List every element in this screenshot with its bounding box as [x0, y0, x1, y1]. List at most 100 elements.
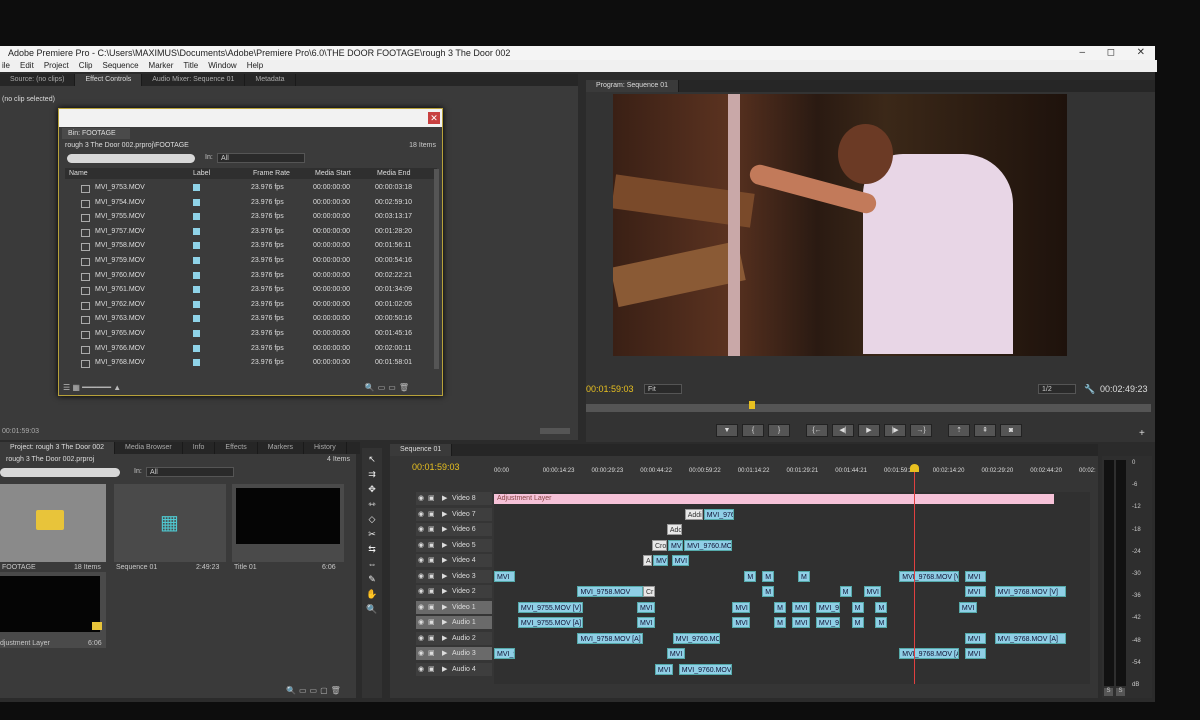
- timeline-clip[interactable]: MVI_9760.MOV: [678, 663, 733, 675]
- label-color-swatch[interactable]: [193, 344, 200, 352]
- track-header[interactable]: ◉ ▣ ▶ Video 5: [416, 538, 492, 552]
- add-marker-button[interactable]: ▼: [716, 424, 738, 437]
- expand-icon[interactable]: ▶: [442, 601, 447, 614]
- lock-icon[interactable]: ▣: [428, 632, 435, 645]
- bin-row[interactable]: MVI_9761.MOV 23.976 fps 00:00:00:00 00:01:3…: [65, 283, 431, 297]
- timeline-clip[interactable]: MVI_9755.MOV [A]: [517, 617, 584, 628]
- bin-row[interactable]: MVI_9765.MOV 23.976 fps 00:00:00:00 00:01:4…: [65, 327, 431, 341]
- track-header[interactable]: ◉ ▣ ▶ Video 8: [416, 492, 492, 505]
- maximize-button[interactable]: ◻: [1107, 46, 1115, 60]
- timeline-clip[interactable]: MVI: [863, 586, 882, 597]
- expand-icon[interactable]: ▶: [442, 647, 447, 660]
- label-color-swatch[interactable]: [193, 300, 200, 308]
- col-label[interactable]: Label: [193, 168, 210, 179]
- eye-icon[interactable]: ◉: [418, 632, 424, 645]
- mark-out-button[interactable]: }: [768, 424, 790, 437]
- expand-icon[interactable]: ▶: [442, 632, 447, 645]
- track-header[interactable]: ◉ ▣ ▶ Audio 1: [416, 616, 492, 629]
- lock-icon[interactable]: ▣: [428, 601, 435, 614]
- extract-button[interactable]: ⇞: [974, 424, 996, 437]
- label-color-swatch[interactable]: [193, 315, 200, 323]
- bin-in-dropdown[interactable]: All: [217, 153, 305, 163]
- source-zoom-slider[interactable]: [540, 428, 570, 434]
- bin-row[interactable]: MVI_9754.MOV 23.976 fps 00:00:00:00 00:02:5…: [65, 196, 431, 210]
- track-header[interactable]: ◉ ▣ ▶ Video 2: [416, 585, 492, 598]
- timeline-clip[interactable]: M: [875, 617, 888, 628]
- timeline-clip[interactable]: MVI: [958, 601, 977, 613]
- label-color-swatch[interactable]: [193, 198, 200, 206]
- bin-row[interactable]: MVI_9768.MOV 23.976 fps 00:00:00:00 00:01:5…: [65, 356, 431, 370]
- lock-icon[interactable]: ▣: [428, 585, 435, 598]
- col-frame-rate[interactable]: Frame Rate: [253, 168, 290, 179]
- program-scrub-bar[interactable]: [586, 401, 1151, 412]
- lift-button[interactable]: ⇡: [948, 424, 970, 437]
- bin-row[interactable]: MVI_9766.MOV 23.976 fps 00:00:00:00 00:02:0…: [65, 342, 431, 356]
- solo-right-button[interactable]: S: [1116, 688, 1125, 696]
- eye-icon[interactable]: ◉: [418, 663, 424, 676]
- eye-icon[interactable]: ◉: [418, 616, 424, 629]
- tab-program[interactable]: Program: Sequence 01: [586, 80, 679, 92]
- bin-row[interactable]: MVI_9760.MOV 23.976 fps 00:00:00:00 00:02:2…: [65, 269, 431, 283]
- track-header[interactable]: ◉ ▣ ▶ Video 6: [416, 523, 492, 536]
- track-header[interactable]: ◉ ▣ ▶ Video 3: [416, 569, 492, 583]
- expand-icon[interactable]: ▶: [442, 508, 447, 521]
- col-media-start[interactable]: Media Start: [315, 168, 351, 179]
- bin-footer-icons[interactable]: ☰ ▦ ━━━━━━ ▲: [63, 383, 121, 392]
- tab-source[interactable]: Source: (no clips): [0, 74, 76, 86]
- go-to-out-button[interactable]: →}: [910, 424, 932, 437]
- add-button-icon[interactable]: +: [1139, 428, 1145, 439]
- solo-left-button[interactable]: S: [1104, 688, 1113, 696]
- tool-icons[interactable]: ↖ ⇉ ✥ ⇿ ◇ ✂ ⇆ ⇔ ✎ ✋ 🔍: [366, 452, 378, 617]
- tab-effect-controls[interactable]: Effect Controls: [75, 74, 143, 86]
- footage-bin-thumb[interactable]: [0, 484, 106, 562]
- timeline-clip[interactable]: MVI_9768.MOV [A]: [994, 632, 1067, 644]
- bin-scrollbar[interactable]: [434, 169, 439, 369]
- timeline-clip[interactable]: MVI: [671, 555, 690, 566]
- tab-markers[interactable]: Markers: [258, 442, 304, 454]
- timeline-clip[interactable]: M: [875, 601, 888, 613]
- menu-marker[interactable]: Marker: [149, 60, 174, 72]
- timeline-clip[interactable]: MVI_9768.MOV [V]: [994, 586, 1067, 597]
- timeline-clip[interactable]: A: [643, 555, 652, 566]
- menu-title[interactable]: Title: [183, 60, 198, 72]
- wrench-icon[interactable]: 🔧: [1084, 384, 1095, 395]
- playhead-handle[interactable]: [910, 464, 920, 472]
- timeline-clip[interactable]: M: [851, 617, 864, 628]
- quality-dropdown[interactable]: 1/2: [1038, 384, 1076, 394]
- menu-project[interactable]: Project: [44, 60, 69, 72]
- timeline-clip[interactable]: MVI: [654, 663, 673, 675]
- col-media-end[interactable]: Media End: [377, 168, 410, 179]
- close-window-button[interactable]: ✕: [1137, 46, 1145, 60]
- lock-icon[interactable]: ▣: [428, 616, 435, 629]
- timeline-clip[interactable]: M: [797, 570, 810, 582]
- tab-audio-mixer[interactable]: Audio Mixer: Sequence 01: [142, 74, 246, 86]
- timeline-playhead[interactable]: [910, 464, 920, 684]
- tab-metadata[interactable]: Metadata: [245, 74, 296, 86]
- eye-icon[interactable]: ◉: [418, 585, 424, 598]
- play-button[interactable]: ▶: [858, 424, 880, 437]
- track-header[interactable]: ◉ ▣ ▶ Video 4: [416, 554, 492, 567]
- menu-sequence[interactable]: Sequence: [103, 60, 139, 72]
- bin-search-input[interactable]: [67, 154, 195, 163]
- bin-close-icon[interactable]: ✕: [428, 112, 440, 124]
- timeline-clip[interactable]: MVI: [964, 632, 986, 644]
- menu-edit[interactable]: Edit: [20, 60, 34, 72]
- timeline-clip[interactable]: MVI: [668, 539, 683, 551]
- expand-icon[interactable]: ▶: [442, 523, 447, 536]
- program-playhead[interactable]: [749, 401, 756, 409]
- eye-icon[interactable]: ◉: [418, 601, 424, 614]
- timeline-clip[interactable]: MVI_9768.MOV [V]: [899, 570, 959, 582]
- timeline-clip[interactable]: M: [851, 601, 864, 613]
- timeline-clip[interactable]: MVI_9755.MOV [V]: [517, 601, 584, 613]
- timeline-ruler[interactable]: 00:00 00:00:14:23 00:00:29:23 00:00:44:22 00…: [494, 468, 1096, 482]
- mark-in-button[interactable]: {: [742, 424, 764, 437]
- timeline-clip[interactable]: Cr: [643, 586, 655, 597]
- timeline-clip[interactable]: Addi: [684, 508, 703, 520]
- timeline-clip[interactable]: MVI: [666, 648, 685, 659]
- timeline-clip[interactable]: MVI_9768.MOV [A]: [899, 648, 959, 659]
- expand-icon[interactable]: ▶: [442, 539, 447, 552]
- eye-icon[interactable]: ◉: [418, 647, 424, 660]
- timeline-clip[interactable]: M: [774, 601, 787, 613]
- timeline-clip[interactable]: MVI_9760.MO: [672, 632, 721, 644]
- menu-clip[interactable]: Clip: [79, 60, 93, 72]
